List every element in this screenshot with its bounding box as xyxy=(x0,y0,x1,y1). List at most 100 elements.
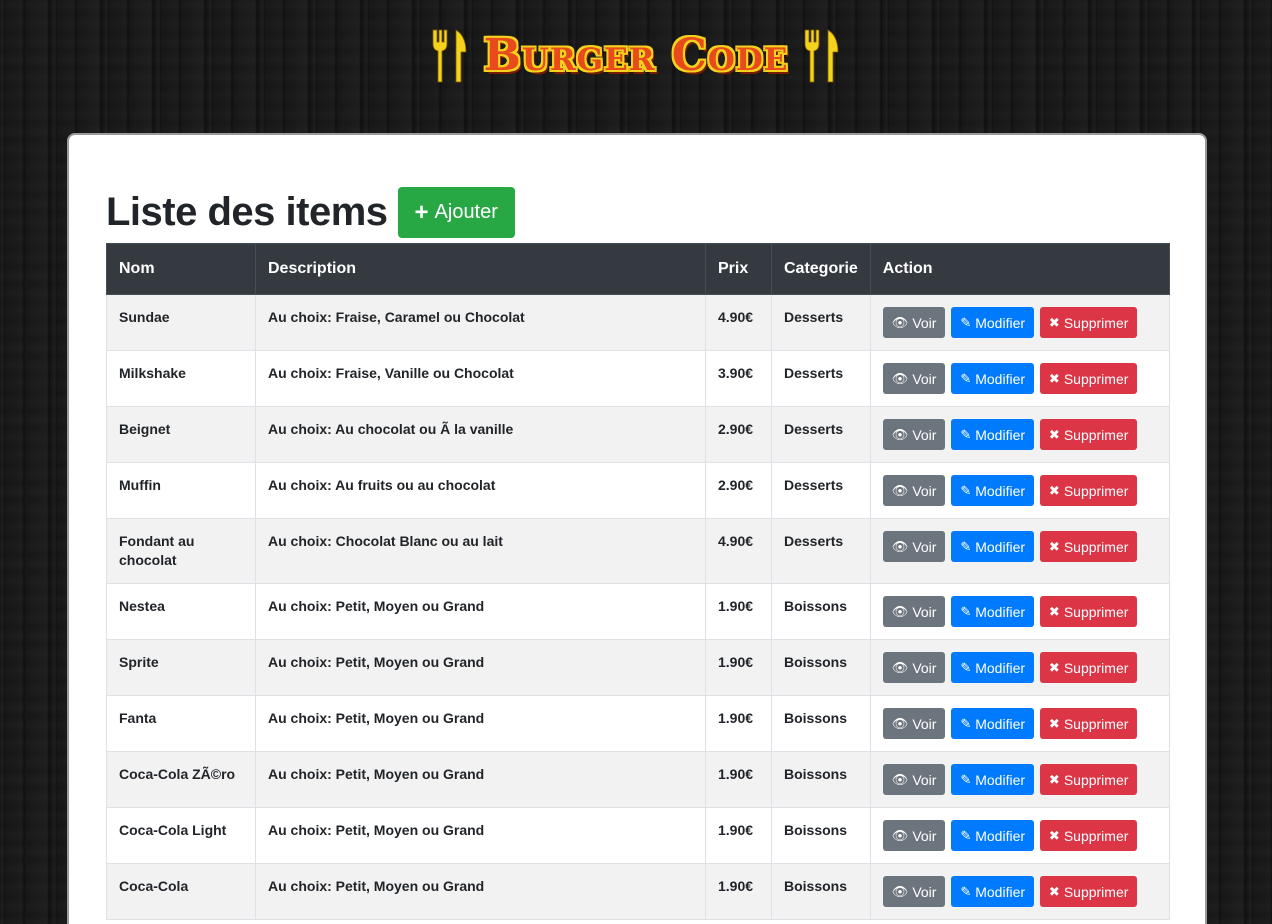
view-button-label: Voir xyxy=(912,715,937,732)
delete-button[interactable]: ✖ Supprimer xyxy=(1039,820,1138,851)
view-button[interactable]: 👁 Voir xyxy=(882,531,946,562)
delete-button[interactable]: ✖ Supprimer xyxy=(1039,363,1138,394)
cell-categorie: Boissons xyxy=(771,751,871,808)
pencil-icon: ✎ xyxy=(960,539,972,554)
cell-action: 👁 Voir ✎ Modifier ✖ Supprimer xyxy=(869,695,1171,752)
cell-description: Au choix: Au chocolat ou Ã la vanille xyxy=(255,406,706,463)
table-row: Fanta Au choix: Petit, Moyen ou Grand 1.… xyxy=(106,695,1171,752)
pencil-icon: ✎ xyxy=(960,772,972,787)
eye-icon: 👁 xyxy=(891,315,909,330)
edit-button[interactable]: ✎ Modifier xyxy=(951,596,1035,627)
edit-button-label: Modifier xyxy=(975,883,1026,900)
cell-description: Au choix: Au fruits ou au chocolat xyxy=(255,462,706,519)
cell-prix: 1.90€ xyxy=(705,807,772,864)
view-button[interactable]: 👁 Voir xyxy=(882,596,946,627)
pencil-icon: ✎ xyxy=(960,660,972,675)
x-icon: ✖ xyxy=(1048,604,1060,619)
edit-button-label: Modifier xyxy=(975,659,1026,676)
edit-button-label: Modifier xyxy=(975,827,1026,844)
edit-button[interactable]: ✎ Modifier xyxy=(951,708,1035,739)
table-row: Coca-Cola ZÃ©ro Au choix: Petit, Moyen o… xyxy=(106,751,1171,808)
cell-nom: Fondant au chocolat xyxy=(106,518,256,584)
header-description: Description xyxy=(255,243,706,295)
delete-button[interactable]: ✖ Supprimer xyxy=(1039,764,1138,795)
cell-action: 👁 Voir ✎ Modifier ✖ Supprimer xyxy=(869,639,1171,696)
cell-categorie: Desserts xyxy=(771,518,871,584)
pencil-icon: ✎ xyxy=(960,315,972,330)
delete-button[interactable]: ✖ Supprimer xyxy=(1039,596,1138,627)
x-icon: ✖ xyxy=(1048,315,1060,330)
cell-nom: Coca-Cola Light xyxy=(106,807,256,864)
table-row: Beignet Au choix: Au chocolat ou Ã la va… xyxy=(106,406,1171,463)
cell-prix: 1.90€ xyxy=(705,695,772,752)
cell-categorie: Desserts xyxy=(771,350,871,407)
add-button[interactable]: + Ajouter xyxy=(397,187,515,238)
view-button[interactable]: 👁 Voir xyxy=(882,475,946,506)
edit-button[interactable]: ✎ Modifier xyxy=(951,475,1035,506)
view-button[interactable]: 👁 Voir xyxy=(882,652,946,683)
delete-button-label: Supprimer xyxy=(1063,771,1129,788)
cell-categorie: Boissons xyxy=(771,639,871,696)
table-body: Sundae Au choix: Fraise, Caramel ou Choc… xyxy=(106,294,1171,920)
delete-button[interactable]: ✖ Supprimer xyxy=(1039,307,1138,338)
delete-button-label: Supprimer xyxy=(1063,827,1129,844)
edit-button[interactable]: ✎ Modifier xyxy=(951,652,1035,683)
cell-nom: Fanta xyxy=(106,695,256,752)
brand-header: Burger Code xyxy=(0,26,1272,86)
x-icon: ✖ xyxy=(1048,828,1060,843)
header-action: Action xyxy=(869,243,1171,295)
edit-button[interactable]: ✎ Modifier xyxy=(951,876,1035,907)
delete-button[interactable]: ✖ Supprimer xyxy=(1039,876,1138,907)
eye-icon: 👁 xyxy=(891,371,909,386)
cell-action: 👁 Voir ✎ Modifier ✖ Supprimer xyxy=(869,518,1171,584)
edit-button[interactable]: ✎ Modifier xyxy=(951,307,1035,338)
edit-button[interactable]: ✎ Modifier xyxy=(951,419,1035,450)
view-button[interactable]: 👁 Voir xyxy=(882,307,946,338)
cell-description: Au choix: Fraise, Caramel ou Chocolat xyxy=(255,294,706,351)
cell-nom: Coca-Cola xyxy=(106,863,256,920)
table-header-row: Nom Description Prix Categorie Action xyxy=(106,243,1171,295)
delete-button-label: Supprimer xyxy=(1063,603,1129,620)
delete-button[interactable]: ✖ Supprimer xyxy=(1039,531,1138,562)
pencil-icon: ✎ xyxy=(960,483,972,498)
eye-icon: 👁 xyxy=(891,604,909,619)
delete-button[interactable]: ✖ Supprimer xyxy=(1039,419,1138,450)
pencil-icon: ✎ xyxy=(960,604,972,619)
view-button[interactable]: 👁 Voir xyxy=(882,419,946,450)
view-button-label: Voir xyxy=(912,771,937,788)
view-button[interactable]: 👁 Voir xyxy=(882,764,946,795)
fork-knife-icon xyxy=(804,29,839,83)
view-button-label: Voir xyxy=(912,883,937,900)
cell-action: 👁 Voir ✎ Modifier ✖ Supprimer xyxy=(869,406,1171,463)
delete-button[interactable]: ✖ Supprimer xyxy=(1039,652,1138,683)
view-button[interactable]: 👁 Voir xyxy=(882,876,946,907)
cell-prix: 3.90€ xyxy=(705,350,772,407)
items-panel: Liste des items + Ajouter Nom Descriptio… xyxy=(67,133,1207,924)
x-icon: ✖ xyxy=(1048,539,1060,554)
pencil-icon: ✎ xyxy=(960,427,972,442)
delete-button[interactable]: ✖ Supprimer xyxy=(1039,708,1138,739)
edit-button[interactable]: ✎ Modifier xyxy=(951,820,1035,851)
view-button-label: Voir xyxy=(912,538,937,555)
edit-button[interactable]: ✎ Modifier xyxy=(951,531,1035,562)
delete-button-label: Supprimer xyxy=(1063,659,1129,676)
eye-icon: 👁 xyxy=(891,427,909,442)
pencil-icon: ✎ xyxy=(960,828,972,843)
edit-button-label: Modifier xyxy=(975,603,1026,620)
table-row: Sprite Au choix: Petit, Moyen ou Grand 1… xyxy=(106,639,1171,696)
cell-action: 👁 Voir ✎ Modifier ✖ Supprimer xyxy=(869,294,1171,351)
cell-description: Au choix: Petit, Moyen ou Grand xyxy=(255,583,706,640)
view-button-label: Voir xyxy=(912,426,937,443)
view-button[interactable]: 👁 Voir xyxy=(882,363,946,394)
header-categorie: Categorie xyxy=(771,243,871,295)
fork-knife-icon xyxy=(432,29,467,83)
view-button[interactable]: 👁 Voir xyxy=(882,820,946,851)
delete-button-label: Supprimer xyxy=(1063,482,1129,499)
cell-description: Au choix: Petit, Moyen ou Grand xyxy=(255,751,706,808)
eye-icon: 👁 xyxy=(891,483,909,498)
cell-categorie: Desserts xyxy=(771,294,871,351)
edit-button[interactable]: ✎ Modifier xyxy=(951,363,1035,394)
delete-button[interactable]: ✖ Supprimer xyxy=(1039,475,1138,506)
view-button[interactable]: 👁 Voir xyxy=(882,708,946,739)
edit-button[interactable]: ✎ Modifier xyxy=(951,764,1035,795)
